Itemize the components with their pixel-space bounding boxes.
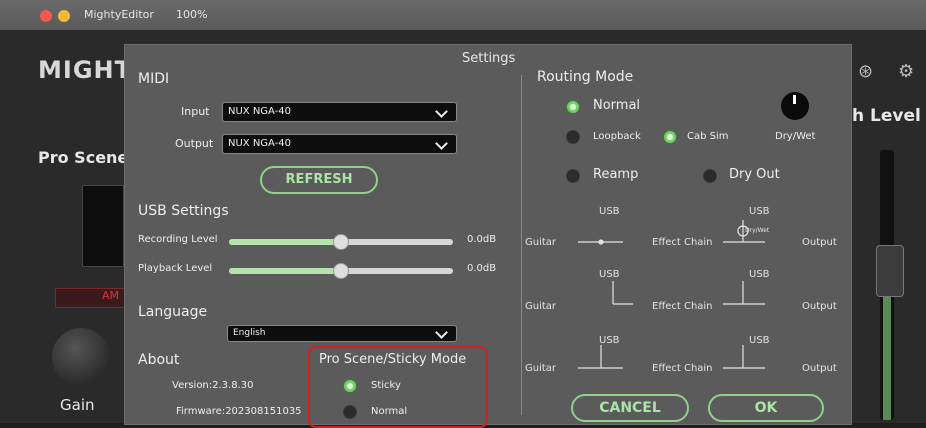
midi-output-value: NUX NGA-40: [228, 138, 292, 149]
bg-amp-label: AM: [102, 289, 120, 302]
route-usb-3a: USB: [599, 335, 620, 346]
route-output-1: Output: [802, 237, 837, 248]
level-fader-handle[interactable]: [876, 245, 904, 297]
route-output-2: Output: [802, 301, 837, 312]
chevron-down-icon: [435, 105, 448, 118]
midi-output-label: Output: [175, 137, 214, 150]
routing-section-title: Routing Mode: [537, 69, 634, 85]
recording-level-fill: [229, 239, 341, 245]
midi-input-value: NUX NGA-40: [228, 106, 292, 117]
cancel-button[interactable]: CANCEL: [571, 394, 689, 422]
pro-scene-normal-radio[interactable]: [343, 405, 357, 419]
column-divider: [521, 75, 522, 415]
sticky-label: Sticky: [371, 380, 401, 391]
route-guitar-1: Guitar: [525, 237, 557, 248]
route-usb-1a: USB: [599, 206, 620, 217]
bg-pro-scene-label: Pro Scene: [38, 148, 129, 167]
route-usb-2a: USB: [599, 269, 620, 280]
language-select[interactable]: English: [227, 325, 457, 342]
chevron-down-icon: [435, 326, 448, 339]
route-guitar-3: Guitar: [525, 363, 557, 374]
firmware-text: Firmware:202308151035: [176, 406, 302, 417]
zoom-level: 100%: [176, 8, 208, 21]
bg-scene-block: [82, 185, 124, 267]
close-window-button[interactable]: [40, 10, 52, 22]
route-usb-3b: USB: [749, 335, 770, 346]
midi-section-title: MIDI: [138, 71, 170, 87]
recording-level-value: 0.0dB: [467, 234, 497, 245]
loopback-label: Loopback: [593, 131, 641, 142]
routing-normal-radio[interactable]: [566, 100, 580, 114]
about-section-title: About: [138, 352, 180, 368]
language-value: English: [233, 328, 266, 338]
recording-level-label: Recording Level: [138, 234, 218, 245]
loopback-radio[interactable]: [566, 130, 580, 144]
pro-scene-normal-label: Normal: [371, 406, 408, 417]
route-effect-chain-3: Effect Chain: [652, 363, 713, 374]
dry-wet-label: Dry/Wet: [775, 131, 816, 142]
route-usb-1b: USB: [749, 206, 770, 217]
cab-sim-label: Cab Sim: [687, 131, 729, 142]
bg-gain-label: Gain: [60, 396, 95, 414]
gain-knob[interactable]: [52, 328, 110, 386]
midi-output-select[interactable]: NUX NGA-40: [222, 134, 457, 154]
route-effect-chain-1: Effect Chain: [652, 237, 713, 248]
gear-icon[interactable]: ⚙: [898, 63, 916, 81]
midi-input-select[interactable]: NUX NGA-40: [222, 102, 457, 122]
route-usb-2b: USB: [749, 269, 770, 280]
midi-input-label: Input: [181, 105, 210, 118]
recording-level-slider[interactable]: [333, 234, 349, 250]
route-output-3: Output: [802, 363, 837, 374]
fingerprint-icon[interactable]: ⊛: [858, 63, 876, 81]
dry-out-label: Dry Out: [729, 167, 780, 182]
route-guitar-2: Guitar: [525, 301, 557, 312]
sticky-radio[interactable]: [343, 379, 357, 393]
playback-level-value: 0.0dB: [467, 263, 497, 274]
playback-level-slider[interactable]: [333, 263, 349, 279]
bg-amp-block: AM: [55, 288, 127, 308]
reamp-label: Reamp: [593, 167, 639, 182]
bg-level-label: h Level: [852, 106, 921, 126]
dry-wet-knob[interactable]: [781, 92, 809, 120]
window-title: MightyEditor: [84, 8, 154, 21]
settings-dialog: Settings MIDI Input NUX NGA-40 Output NU…: [124, 44, 852, 428]
window-titlebar: MightyEditor 100%: [0, 0, 926, 30]
version-text: Version:2.3.8.30: [172, 380, 254, 391]
route-effect-chain-2: Effect Chain: [652, 301, 713, 312]
minimize-window-button[interactable]: [58, 10, 70, 22]
ok-button[interactable]: OK: [708, 394, 824, 422]
app-logo: MIGHT: [38, 56, 132, 84]
reamp-radio[interactable]: [566, 169, 580, 183]
cab-sim-radio[interactable]: [663, 130, 677, 144]
route-dry-wet-mini: Dry/Wet: [745, 227, 770, 234]
pro-scene-title: Pro Scene/Sticky Mode: [319, 352, 467, 367]
playback-level-label: Playback Level: [138, 263, 213, 274]
dry-out-radio[interactable]: [703, 169, 717, 183]
playback-level-fill: [229, 268, 341, 274]
usb-section-title: USB Settings: [138, 203, 229, 219]
refresh-button[interactable]: REFRESH: [260, 166, 378, 194]
level-fader-fill: [883, 290, 891, 420]
chevron-down-icon: [435, 137, 448, 150]
route-node: [598, 239, 604, 245]
language-section-title: Language: [138, 304, 208, 320]
routing-normal-label: Normal: [593, 98, 641, 113]
dialog-title: Settings: [462, 51, 516, 66]
